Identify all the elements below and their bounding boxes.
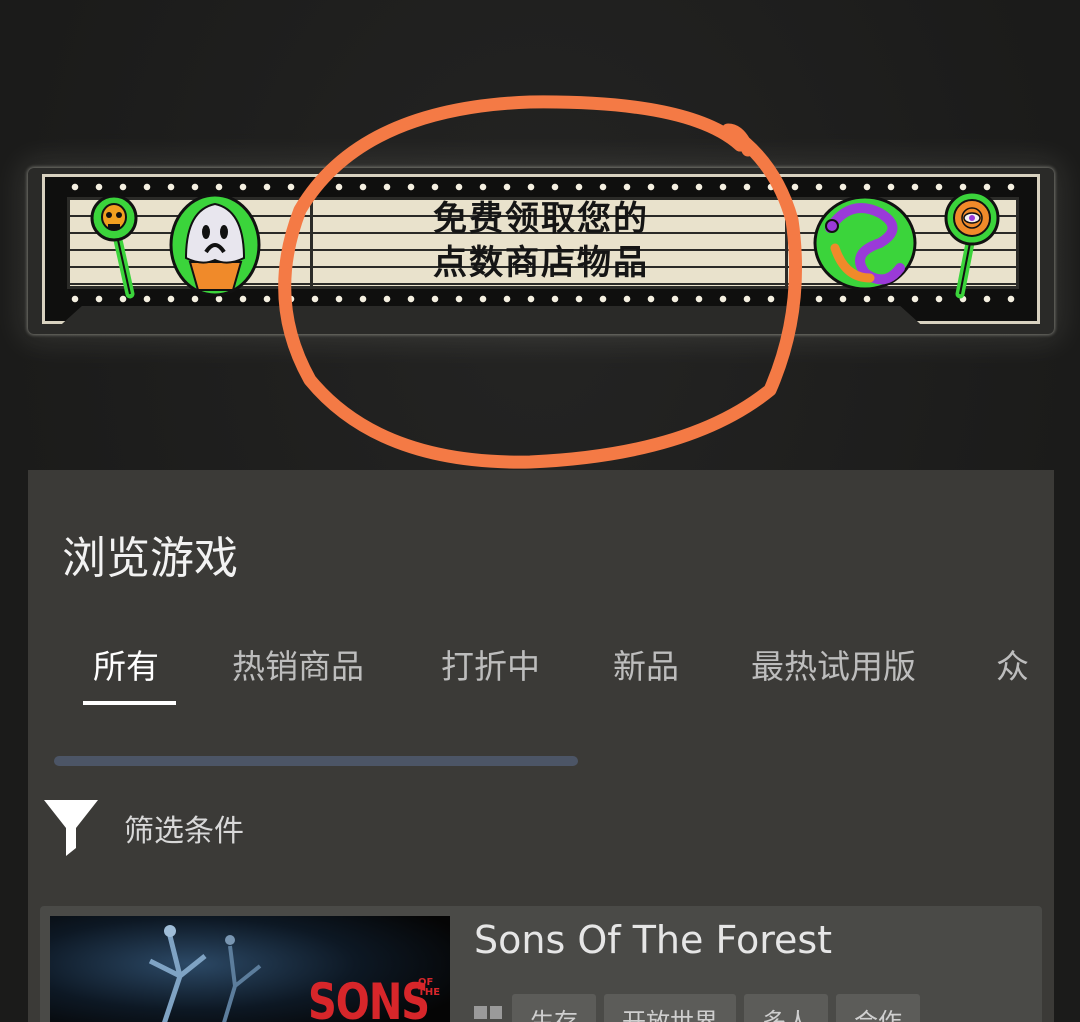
page: 免费领取您的 点数商店物品 浏览游戏 所有 热销商品 打折中 新品 最热试用版 … [0, 0, 1080, 1022]
windows-icon [474, 1006, 502, 1022]
annotation-circle [278, 95, 803, 469]
tag-coop[interactable]: 合作 [836, 994, 920, 1022]
tag-open-world[interactable]: 开放世界 [604, 994, 736, 1022]
forest-figures-art [148, 925, 262, 1022]
filter-icon [44, 800, 98, 856]
tab-popular-demos[interactable]: 最热试用版 [751, 640, 916, 688]
filter-button[interactable]: 筛选条件 [42, 798, 244, 858]
tag-survival[interactable]: 生存 [512, 994, 596, 1022]
tab-new[interactable]: 新品 [613, 640, 679, 688]
browse-games-panel: 浏览游戏 所有 热销商品 打折中 新品 最热试用版 众 筛选条件 SONS OF… [28, 470, 1054, 1022]
eyeball-lollipop-icon [944, 190, 1000, 299]
tab-all[interactable]: 所有 [93, 640, 159, 688]
skull-lollipop-icon [90, 194, 138, 299]
tab-more[interactable]: 众 [996, 640, 1029, 688]
tab-on-sale[interactable]: 打折中 [441, 640, 540, 688]
tab-top-sellers[interactable]: 热销商品 [232, 640, 364, 688]
game-title: Sons Of The Forest [474, 918, 833, 962]
game-tags: 生存 开放世界 多人 合作 [512, 994, 920, 1022]
game-logo-sub: OF THE [418, 977, 441, 998]
tag-multiplayer[interactable]: 多人 [744, 994, 828, 1022]
snake-icon [813, 195, 917, 291]
filter-label: 筛选条件 [124, 814, 244, 849]
ghost-cupcake-icon [169, 193, 261, 297]
section-title: 浏览游戏 [62, 533, 238, 584]
game-thumbnail: SONS OF THE [50, 916, 450, 1022]
tab-bar: 所有 热销商品 打折中 新品 最热试用版 众 [28, 620, 1054, 710]
game-logo: SONS [308, 974, 430, 1022]
active-tab-indicator [83, 701, 176, 705]
game-list-item[interactable]: SONS OF THE Sons Of The Forest 生存 开放世界 多… [40, 906, 1042, 1022]
tab-scrollbar[interactable] [54, 756, 578, 766]
